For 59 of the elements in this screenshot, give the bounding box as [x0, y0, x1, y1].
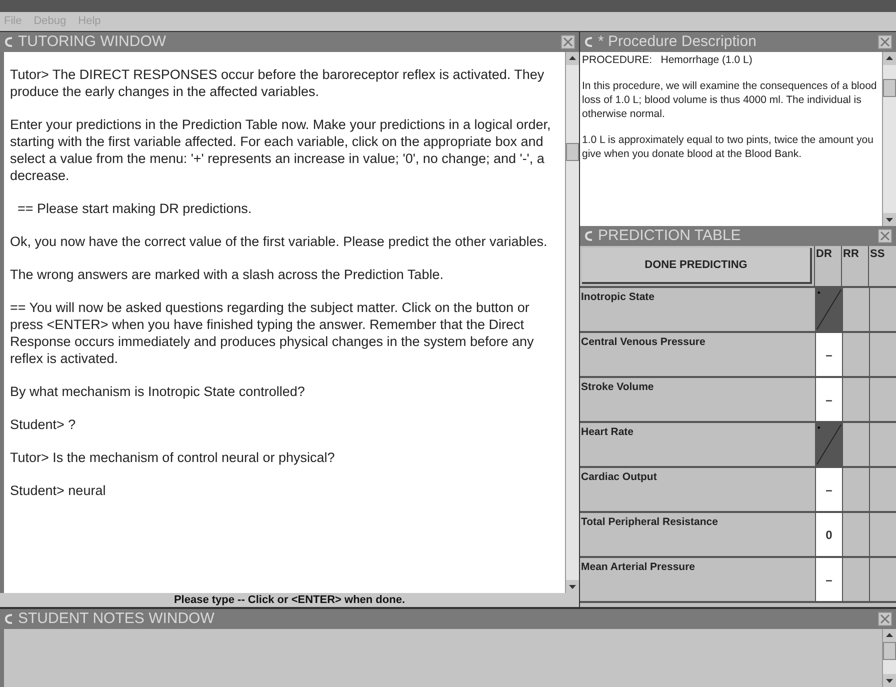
prediction-cell[interactable]: – — [815, 558, 842, 601]
variable-label: Central Venous Pressure — [580, 335, 706, 350]
scrollbar[interactable] — [565, 52, 579, 593]
window-title: * Procedure Description — [598, 32, 756, 52]
scroll-up-icon[interactable] — [566, 52, 579, 65]
column-header: RR — [841, 246, 868, 286]
prediction-cell[interactable]: – — [815, 378, 842, 421]
window-menu-icon[interactable] — [584, 36, 594, 48]
procedure-paragraph: 1.0 L is approximately equal to two pints, twice the amount you give when you donate blood at the Blood Bank. — [582, 133, 874, 161]
prediction-value: – — [826, 346, 832, 364]
scroll-thumb[interactable] — [566, 143, 579, 161]
transcript-message: By what mechanism is Inotropic State controlled? — [10, 383, 306, 400]
variable-label: Stroke Volume — [580, 380, 655, 395]
window-menu-icon[interactable] — [584, 230, 594, 242]
column-header: DR — [814, 246, 841, 286]
procedure-paragraph: In this procedure, we will examine the consequences of a blood loss of 1.0 L; blood volume is thus 4000 ml. The individual is otherwise normal. — [582, 79, 878, 121]
scroll-up-icon[interactable] — [883, 52, 896, 65]
transcript-message: Ok, you now have the correct value of the first variable. Please predict the other variables. — [10, 233, 548, 250]
window-menu-icon[interactable] — [4, 36, 14, 48]
scroll-thumb[interactable] — [883, 79, 896, 97]
scroll-down-icon[interactable] — [883, 674, 896, 687]
prediction-value: – — [826, 572, 832, 588]
variable-label: Mean Arterial Pressure — [580, 560, 696, 575]
scroll-down-icon[interactable] — [883, 213, 896, 226]
transcript-message: == You will now be asked questions regarding the subject matter. Click on the button or press <ENTER> when you have finished typing the answer. Remember that the Direct Response occurs immediately and produces physical changes in the system before any reflex is activated. — [10, 299, 535, 367]
variable-label: Total Peripheral Resistance — [580, 515, 719, 530]
scrollbar[interactable] — [882, 52, 896, 226]
transcript-message: The wrong answers are marked with a slash across the Prediction Table. — [10, 266, 444, 283]
prediction-value: – — [826, 392, 832, 408]
variable-label: Inotropic State — [580, 290, 656, 305]
prediction-cell[interactable]: 0 — [815, 513, 842, 556]
transcript-message: Student> neural — [10, 482, 107, 499]
done-predicting-button[interactable]: DONE PREDICTING — [582, 248, 812, 284]
transcript-message: Tutor> Is the mechanism of control neural or physical? — [10, 449, 336, 466]
status-bar: Please type -- Click or <ENTER> when done. — [0, 593, 579, 607]
transcript-message: Student> ? — [10, 416, 77, 433]
variable-label: Heart Rate — [580, 425, 635, 440]
slash-mark-icon — [816, 288, 842, 331]
scroll-thumb[interactable] — [883, 642, 896, 660]
prediction-cell[interactable]: – — [815, 468, 842, 511]
prediction-cell[interactable]: – — [815, 333, 842, 376]
prediction-value: 0 — [826, 526, 832, 544]
slash-mark-icon — [816, 423, 842, 466]
prediction-cell[interactable] — [815, 288, 842, 331]
prediction-cell[interactable] — [815, 423, 842, 466]
transcript-message: Tutor> The DIRECT RESPONSES occur before the baroreceptor reflex is activated. They produce the early changes in the affected variables. — [10, 66, 546, 100]
scroll-down-icon[interactable] — [566, 580, 579, 593]
window-menu-icon[interactable] — [4, 613, 14, 625]
prediction-value: – — [826, 482, 832, 498]
procedure-paragraph: PROCEDURE: Hemorrhage (1.0 L) — [582, 53, 754, 67]
scrollbar[interactable] — [882, 629, 896, 687]
window-title: STUDENT NOTES WINDOW — [18, 608, 214, 629]
window-title: TUTORING WINDOW — [18, 32, 166, 52]
column-header: SS — [868, 246, 895, 286]
scroll-up-icon[interactable] — [883, 629, 896, 642]
transcript-message: Enter your predictions in the Prediction Table now. Make your predictions in a logical order, starting with the first variable affected. For each variable, click on the appropriate box and select a value from the menu: '+' represents an increase in value; '0', no change; and '-', a decrease. — [10, 116, 552, 184]
transcript-message: == Please start making DR predictions. — [16, 200, 253, 217]
variable-label: Cardiac Output — [580, 470, 658, 485]
window-title: PREDICTION TABLE — [598, 226, 741, 246]
